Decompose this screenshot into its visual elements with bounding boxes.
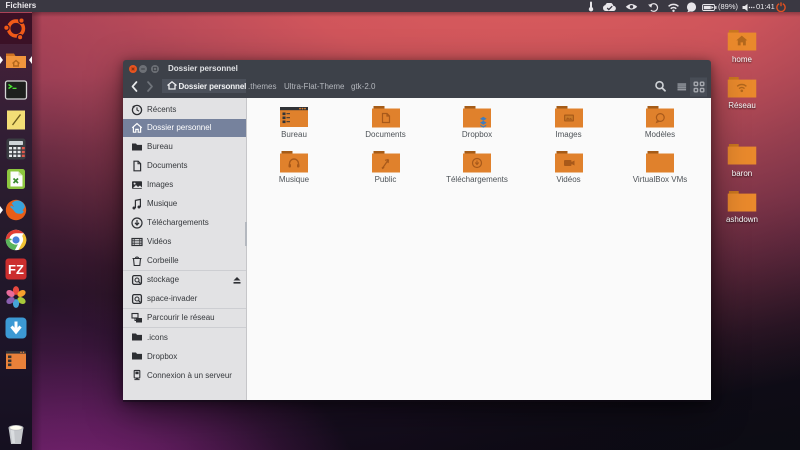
svg-text:FZ: FZ (8, 262, 24, 277)
